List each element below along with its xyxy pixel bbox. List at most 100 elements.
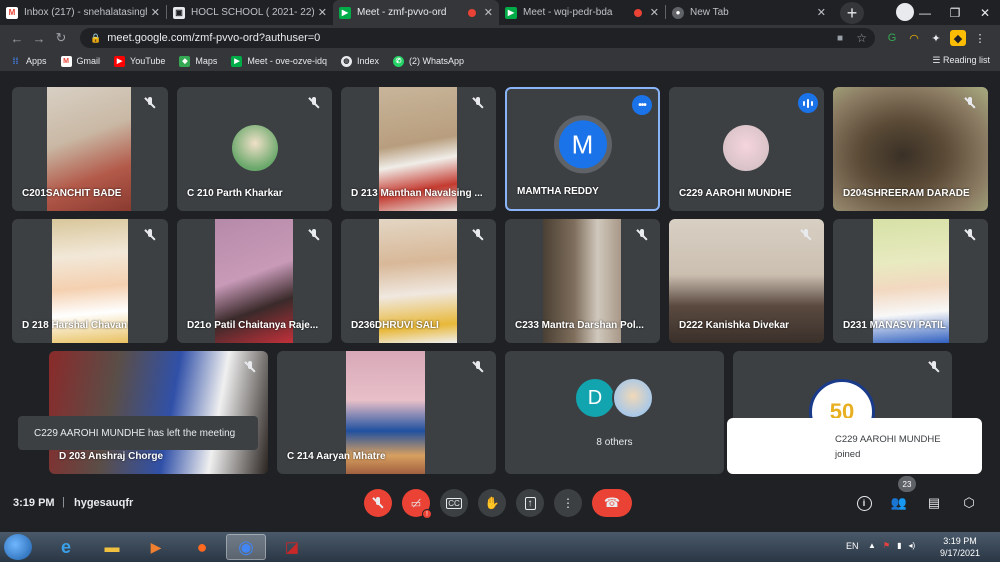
network-icon[interactable]: ▮ <box>897 541 901 550</box>
bookmark-meet[interactable]: ▶ Meet - ove-ozve-idq <box>231 55 327 67</box>
tab-title: HOCL SCHOOL ( 2021- 22) CL <box>191 7 314 18</box>
address-bar[interactable]: 🔒 meet.google.com/zmf-pvvo-ord?authuser=… <box>80 28 875 48</box>
bookmark-label: Maps <box>195 56 218 66</box>
close-icon[interactable]: ✕ <box>817 6 826 19</box>
participant-tile[interactable]: C201SANCHIT BADE <box>12 87 168 211</box>
bookmark-maps[interactable]: ◆ Maps <box>179 55 218 67</box>
chrome-menu-icon[interactable]: ⋮ <box>972 30 988 46</box>
participant-tile[interactable]: C233 Mantra Darshan Pol... <box>505 219 660 343</box>
flag-icon[interactable]: ⚑ <box>883 541 890 550</box>
participant-count-badge: 23 <box>898 476 916 492</box>
participant-tile[interactable]: D 213 Manthan Navalsing ... <box>341 87 496 211</box>
extension-badge-icon[interactable]: ◆ <box>950 30 966 46</box>
others-photo <box>612 377 654 419</box>
meeting-details-button[interactable]: i <box>853 492 875 514</box>
participant-tile-others[interactable]: D 8 others <box>505 351 724 474</box>
forward-arrow-icon[interactable]: → <box>28 31 50 46</box>
participant-name: C201SANCHIT BADE <box>22 188 122 199</box>
back-arrow-icon[interactable]: ← <box>6 31 28 46</box>
captions-button[interactable]: CC <box>440 489 468 517</box>
people-button[interactable]: 👥 <box>888 492 910 514</box>
meeting-controls: 3:19 PM | hygesauqfr ▭̸ ! CC ✋ ↑ ⋮ ☎ i 👥 <box>0 476 1000 532</box>
participant-tile[interactable]: D21o Patil Chaitanya Raje... <box>177 219 332 343</box>
media-player-icon[interactable]: ▶ <box>136 534 176 560</box>
internet-explorer-icon[interactable]: e <box>46 534 86 560</box>
participant-tile[interactable]: D204SHREERAM DARADE <box>833 87 988 211</box>
apps-grid-icon: ⁞⁞ <box>12 56 19 66</box>
chat-button[interactable]: ▤ <box>923 492 945 514</box>
mic-off-icon <box>470 227 486 243</box>
participant-tile-active[interactable]: M ••• MAMTHA REDDY <box>505 87 660 211</box>
grammarly-icon[interactable]: G <box>884 30 900 46</box>
mic-off-icon <box>142 95 158 111</box>
close-window-icon[interactable]: ✕ <box>970 6 1000 20</box>
tab-new-tab[interactable]: ● New Tab ✕ <box>666 0 832 25</box>
file-explorer-icon[interactable]: ▬ <box>92 534 132 560</box>
participant-tile[interactable]: C 210 Parth Kharkar <box>177 87 332 211</box>
reading-list-label: Reading list <box>942 55 990 65</box>
firefox-icon[interactable]: ● <box>182 534 222 560</box>
bookmark-gmail[interactable]: M Gmail <box>60 55 100 67</box>
language-indicator[interactable]: EN <box>846 541 859 551</box>
pdf-app-icon[interactable]: ◪ <box>272 534 312 560</box>
participant-tile[interactable]: D 203 Anshraj Chorge <box>49 351 268 474</box>
participant-tile[interactable]: C 214 Aaryan Mhatre <box>277 351 496 474</box>
more-options-icon[interactable]: ••• <box>632 95 652 115</box>
new-tab-button[interactable]: + <box>840 2 864 24</box>
hang-up-icon: ☎ <box>603 495 621 510</box>
tab-gmail[interactable]: M Inbox (217) - snehalatasingh@ ✕ <box>0 0 166 25</box>
volume-icon[interactable]: ◂) <box>909 541 916 550</box>
captions-icon: CC <box>446 497 462 509</box>
system-tray: ▲ ⚑ ▮ ◂) <box>868 541 915 550</box>
tab-meet-active[interactable]: ▶ Meet - zmf-pvvo-ord ✕ <box>333 0 499 25</box>
close-icon[interactable]: ✕ <box>318 6 327 19</box>
participant-tile[interactable]: D231 MANASVI PATIL <box>833 219 988 343</box>
leave-call-button[interactable]: ☎ <box>592 489 632 517</box>
puzzle-extensions-icon[interactable]: ✦ <box>928 30 944 46</box>
system-clock[interactable]: 3:19 PM 9/17/2021 <box>940 535 980 559</box>
chrome-taskbar-icon[interactable]: ◉ <box>226 534 266 560</box>
close-icon[interactable]: ✕ <box>484 6 493 19</box>
tab-classroom[interactable]: ▣ HOCL SCHOOL ( 2021- 22) CL ✕ <box>167 0 333 25</box>
participant-tile[interactable]: C229 AAROHI MUNDHE <box>669 87 824 211</box>
window-controls: — ❐ ✕ <box>910 0 1000 25</box>
mic-off-icon <box>372 497 384 509</box>
show-hidden-icons-icon[interactable]: ▲ <box>868 541 876 550</box>
close-icon[interactable]: ✕ <box>151 6 160 19</box>
participant-tile[interactable]: D222 Kanishka Divekar <box>669 219 824 343</box>
bookmark-whatsapp[interactable]: ✆ (2) WhatsApp <box>393 55 464 67</box>
present-button[interactable]: ↑ <box>516 489 544 517</box>
tab-title: New Tab <box>690 7 729 18</box>
bookmark-apps[interactable]: ⁞⁞ Apps <box>10 56 47 67</box>
mic-off-icon <box>634 227 650 243</box>
camera-toggle-button[interactable]: ▭̸ ! <box>402 489 432 519</box>
chrome-icon: ● <box>672 6 684 19</box>
raise-hand-button[interactable]: ✋ <box>478 489 506 517</box>
windows-start-button[interactable] <box>4 534 32 560</box>
recording-indicator-icon <box>467 8 476 17</box>
maximize-icon[interactable]: ❐ <box>940 6 970 20</box>
more-options-button[interactable]: ⋮ <box>554 489 582 517</box>
tab-title: Meet - zmf-pvvo-ord <box>357 7 447 18</box>
hand-icon: ✋ <box>484 496 500 510</box>
participant-name: D 213 Manthan Navalsing ... <box>351 188 483 199</box>
activities-button[interactable]: ⬡ <box>958 492 980 514</box>
bookmark-star-icon[interactable]: ☆ <box>856 31 867 45</box>
headphones-extension-icon[interactable]: ◠ <box>906 30 922 46</box>
camera-in-use-icon[interactable]: ■ <box>837 33 843 44</box>
lock-icon[interactable]: 🔒 <box>90 33 101 44</box>
bookmark-index[interactable]: ◍ Index <box>340 55 379 67</box>
participant-tile[interactable]: D 218 Harshal Chavan <box>12 219 168 343</box>
minimize-icon[interactable]: — <box>910 6 940 20</box>
tab-title: Meet - wqi-pedr-bda <box>523 7 613 18</box>
participant-name: C 210 Parth Kharkar <box>187 188 283 199</box>
participant-tile[interactable]: D236DHRUVI SALI <box>341 219 496 343</box>
meet-main: C201SANCHIT BADE C 210 Parth Kharkar D 2… <box>0 72 1000 532</box>
close-icon[interactable]: ✕ <box>650 6 659 19</box>
mic-toggle-button[interactable] <box>364 489 392 517</box>
tab-meet-2[interactable]: ▶ Meet - wqi-pedr-bda ✕ <box>499 0 665 25</box>
reading-list-button[interactable]: ☰ Reading list <box>932 55 990 66</box>
bookmarks-bar: ⁞⁞ Apps M Gmail ▶ YouTube ◆ Maps ▶ Meet … <box>0 51 1000 72</box>
bookmark-youtube[interactable]: ▶ YouTube <box>114 55 165 67</box>
reload-icon[interactable]: ↻ <box>50 30 72 46</box>
